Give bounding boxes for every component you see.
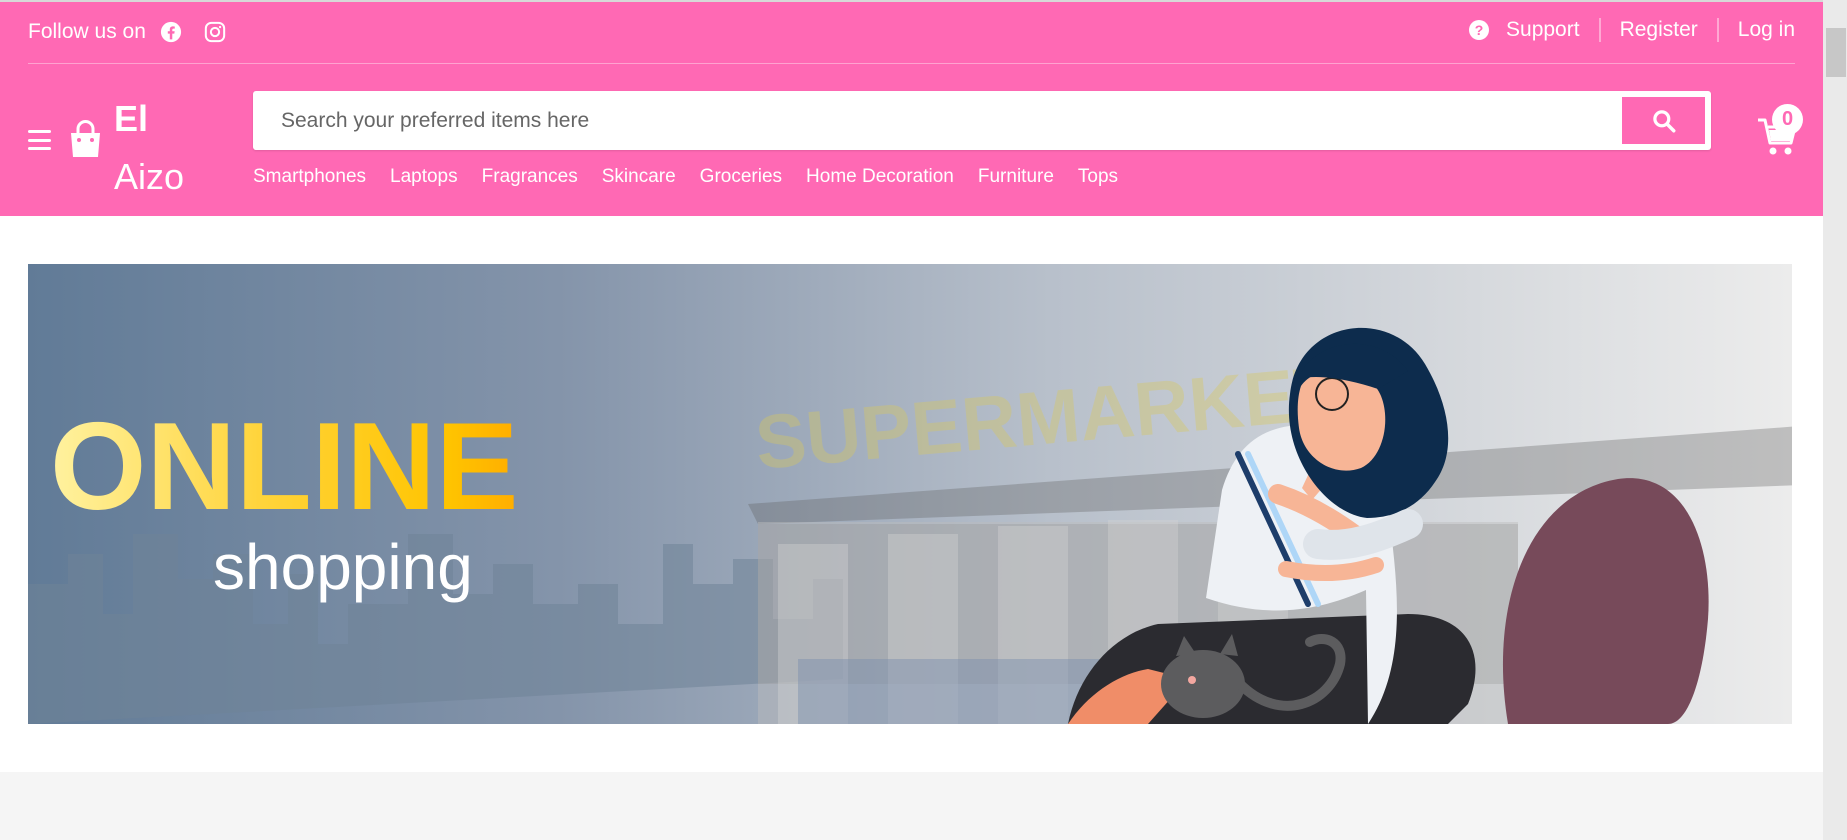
login-link[interactable]: Log in <box>1738 18 1795 42</box>
account-links: ? Support Register Log in <box>1469 18 1795 42</box>
site-header: Follow us on ? Support Register Log in E… <box>0 2 1823 216</box>
hero-banner[interactable]: SUPERMARKET ONLINE shopping <box>28 264 1792 724</box>
help-icon: ? <box>1469 20 1490 40</box>
support-link[interactable]: Support <box>1506 18 1580 42</box>
social-follow: Follow us on <box>28 20 226 44</box>
instagram-icon[interactable] <box>204 21 226 43</box>
shopping-bag-icon[interactable] <box>68 120 103 158</box>
banner-headline: ONLINE <box>50 398 518 536</box>
category-link-furniture[interactable]: Furniture <box>978 166 1054 188</box>
divider <box>1598 18 1601 42</box>
category-link-smartphones[interactable]: Smartphones <box>253 166 366 188</box>
facebook-icon[interactable] <box>160 21 182 43</box>
category-nav: Smartphones Laptops Fragrances Skincare … <box>253 166 1142 188</box>
page: Follow us on ? Support Register Log in E… <box>0 0 1847 840</box>
category-link-home-decoration[interactable]: Home Decoration <box>806 166 954 188</box>
cart-count-badge: 0 <box>1772 104 1803 135</box>
scrollbar[interactable] <box>1823 0 1847 840</box>
category-link-fragrances[interactable]: Fragrances <box>482 166 578 188</box>
banner-subline: shopping <box>213 531 473 603</box>
search-icon <box>1652 109 1675 132</box>
header-top-bar: Follow us on ? Support Register Log in <box>28 2 1795 64</box>
menu-icon[interactable] <box>28 130 51 150</box>
search-input[interactable] <box>281 91 1611 150</box>
search-button[interactable] <box>1622 97 1705 144</box>
divider <box>1716 18 1719 42</box>
category-link-tops[interactable]: Tops <box>1078 166 1118 188</box>
banner-illustration: SUPERMARKET ONLINE shopping <box>28 327 1792 724</box>
scrollbar-thumb[interactable] <box>1826 28 1846 77</box>
follow-label: Follow us on <box>28 20 146 43</box>
category-link-groceries[interactable]: Groceries <box>700 166 782 188</box>
brand-logo[interactable]: El Aizo <box>114 90 204 197</box>
brand-name-line2: Aizo <box>114 156 185 197</box>
category-link-laptops[interactable]: Laptops <box>390 166 458 188</box>
category-link-skincare[interactable]: Skincare <box>602 166 676 188</box>
register-link[interactable]: Register <box>1620 18 1698 42</box>
brand-name-line1: El <box>114 98 149 139</box>
search-bar <box>253 91 1711 150</box>
